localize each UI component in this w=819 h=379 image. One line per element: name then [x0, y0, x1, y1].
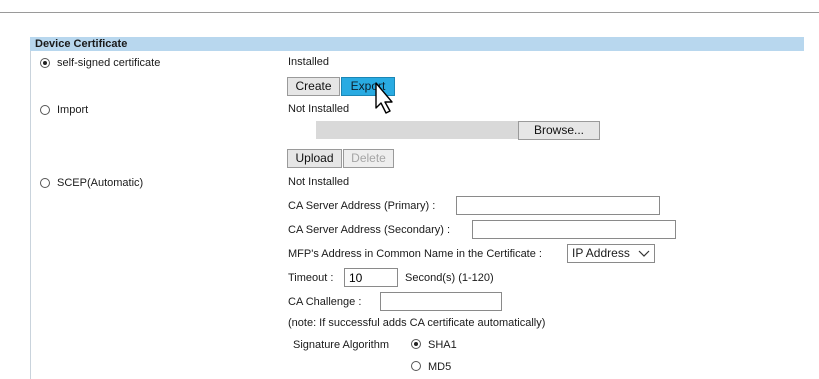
ca-secondary-input[interactable]: [472, 220, 676, 239]
import-label: Import: [57, 104, 89, 116]
import-radio[interactable]: [40, 105, 50, 115]
ca-primary-label: CA Server Address (Primary) :: [288, 200, 436, 212]
sha1-radio[interactable]: [411, 339, 421, 349]
timeout-input[interactable]: [344, 268, 398, 287]
self-signed-status: Installed: [288, 56, 329, 68]
delete-button[interactable]: Delete: [343, 149, 394, 168]
scep-label: SCEP(Automatic): [57, 177, 144, 189]
sha1-label: SHA1: [428, 339, 457, 351]
mouse-pointer-icon: [375, 82, 393, 114]
scep-radio[interactable]: [40, 178, 50, 188]
import-status: Not Installed: [288, 103, 350, 115]
ca-challenge-label: CA Challenge :: [288, 296, 362, 308]
create-button[interactable]: Create: [287, 77, 340, 96]
chevron-down-icon: [638, 250, 650, 257]
section-title: Device Certificate: [30, 37, 804, 51]
ca-primary-input[interactable]: [456, 196, 660, 215]
scep-note: (note: If successful adds CA certificate…: [288, 317, 546, 329]
common-name-value: IP Address: [572, 246, 630, 260]
file-path-field[interactable]: [316, 121, 518, 139]
ca-secondary-label: CA Server Address (Secondary) :: [288, 224, 451, 236]
timeout-label: Timeout :: [288, 272, 334, 284]
self-signed-label: self-signed certificate: [57, 57, 161, 69]
ca-challenge-input[interactable]: [380, 292, 502, 311]
self-signed-radio[interactable]: [40, 58, 50, 68]
md5-label: MD5: [428, 361, 452, 373]
md5-radio[interactable]: [411, 361, 421, 371]
common-name-label: MFP's Address in Common Name in the Cert…: [288, 248, 542, 260]
common-name-select[interactable]: IP Address: [567, 244, 655, 263]
scep-status: Not Installed: [288, 176, 350, 188]
timeout-unit: Second(s) (1-120): [405, 272, 494, 284]
browse-button[interactable]: Browse...: [518, 121, 600, 140]
signature-algorithm-label: Signature Algorithm: [293, 339, 389, 351]
upload-button[interactable]: Upload: [287, 149, 342, 168]
top-divider: [0, 12, 819, 13]
